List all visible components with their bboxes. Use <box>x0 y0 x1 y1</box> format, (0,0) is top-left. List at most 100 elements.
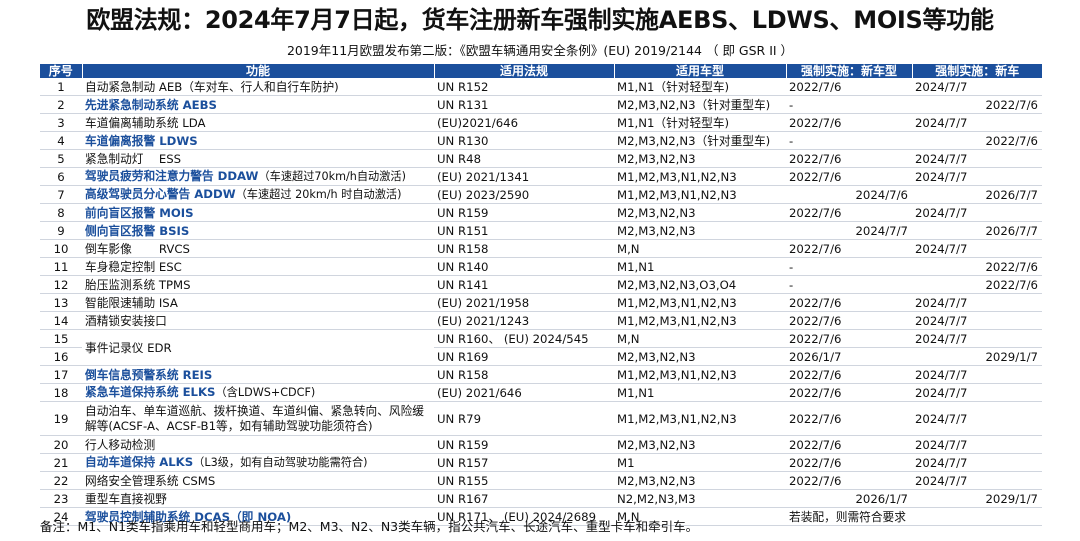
col-header-new-vehicle-date: 强制实施：新车 <box>911 64 1042 78</box>
row-function: 高级驾驶员分心警告 ADDW（车速超过 20km/h 时自动激活) <box>82 185 434 204</box>
row-number: 6 <box>40 167 82 186</box>
row-regulation: UN R159 <box>434 203 614 222</box>
table-row: 6 驾驶员疲劳和注意力警告 DDAW（车速超过70km/h自动激活) (EU) 20… <box>40 167 1042 186</box>
table-row: 3 车道偏离辅助系统 LDA (EU)2021/646 M1,N1（针对轻型车) 202… <box>40 113 1042 132</box>
col-header-new-type-date: 强制实施：新车型 <box>785 64 912 78</box>
row-function-name: 网络安全管理系统 CSMS <box>85 473 216 488</box>
row-function-name: 酒精锁安装接口 <box>85 313 167 328</box>
row-new-vehicle-date: 2024/7/7 <box>912 78 1042 96</box>
row-function: 倒车影像 RVCS <box>82 239 434 258</box>
row-regulation: (EU) 2021/1341 <box>434 167 614 186</box>
row-regulation: (EU) 2023/2590 <box>434 185 614 204</box>
table-row: 4 车道偏离报警 LDWS UN R130 M2,M3,N2,N3（针对重型车) -20… <box>40 131 1042 150</box>
row-new-type-date: 2022/7/6 <box>786 453 912 472</box>
row-new-type-date: 2022/7/6 <box>786 401 912 436</box>
row-vehicle-types: M2,M3,N2,N3,O3,O4 <box>614 275 786 294</box>
table-row: 15 事件记录仪 EDR UN R160、 (EU) 2024/545 M,N 2022… <box>40 329 1042 366</box>
row-vehicle-types: M1,M2,M3,N1,N2,N3 <box>614 311 786 330</box>
table-row: 21 自动车道保持 ALKS（L3级，如有自动驾驶功能需符合) UN R157 M1 2… <box>40 453 1042 472</box>
row-vehicle-types: M1,M2,M3,N1,N2,N3 <box>614 185 786 204</box>
row-function-name: 紧急制动灯 ESS <box>85 151 182 166</box>
row-function: 智能限速辅助 ISA <box>82 293 434 312</box>
row-new-vehicle-date: 2022/7/6 <box>912 257 1042 276</box>
row-new-type-date: - <box>786 95 912 114</box>
row-new-vehicle-date: 2024/7/7 <box>912 383 1042 402</box>
footnote: 备注：M1、N1类车指乘用车和轻型商用车；M2、M3、N2、N3类车辆，指公共汽… <box>40 519 699 534</box>
row-function: 倒车信息预警系统 REIS <box>82 365 434 384</box>
regulation-table: 序号 功能 适用法规 适用车型 强制实施：新车型 强制实施：新车 1 自动紧急制动… <box>40 64 1042 526</box>
row-function: 网络安全管理系统 CSMS <box>82 471 434 490</box>
row-function: 先进紧急制动系统 AEBS <box>82 95 434 114</box>
table-row: 18 紧急车道保持系统 ELKS（含LDWS+CDCF) (EU) 2021/646… <box>40 383 1042 402</box>
row-vehicle-types: M1,M2,M3,N1,N2,N3 <box>614 401 786 436</box>
row-new-vehicle-date: 2029/1/7 <box>912 347 1042 366</box>
row-function: 车道偏离报警 LDWS <box>82 131 434 150</box>
row-new-vehicle-date: 2024/7/7 <box>912 311 1042 330</box>
row-regulation: UN R48 <box>434 149 614 168</box>
row-function-name: 车身稳定控制 ESC <box>85 259 182 274</box>
row-function-name: 紧急车道保持系统 ELKS <box>85 385 216 399</box>
row-number: 18 <box>40 383 82 402</box>
row-number: 11 <box>40 257 82 276</box>
row-new-vehicle-date: 2024/7/7 <box>912 239 1042 258</box>
row-new-vehicle-date: 2024/7/7 <box>912 113 1042 132</box>
row-regulation: UN R158 <box>434 365 614 384</box>
table-row: 2 先进紧急制动系统 AEBS UN R131 M2,M3,N2,N3（针对重型车) -… <box>40 95 1042 114</box>
row-regulation: UN R155 <box>434 471 614 490</box>
row-new-vehicle-date: 2024/7/7 <box>912 401 1042 436</box>
row-vehicle-types: M1,M2,M3,N1,N2,N3 <box>614 365 786 384</box>
row-vehicle-types: M2,M3,N2,N3（针对重型车) <box>614 131 786 150</box>
row-new-type-date: 2022/7/6 <box>786 167 912 186</box>
row-vehicle-types: M1,N1 <box>614 257 786 276</box>
row-number: 8 <box>40 203 82 222</box>
row-regulation: UN R159 <box>434 435 614 454</box>
row-regulation: (EU)2021/646 <box>434 113 614 132</box>
table-row: 19 自动泊车、单车道巡航、拨杆换道、车道纠偏、紧急转向、风险缓解等(ACSF-A… <box>40 401 1042 436</box>
row-regulation: (EU) 2021/646 <box>434 383 614 402</box>
row-number: 10 <box>40 239 82 258</box>
row-new-type-date: 2022/7/6 <box>786 471 912 490</box>
row-new-vehicle-date: 2022/7/6 <box>912 95 1042 114</box>
row-new-type-date: 2022/7/6 <box>786 293 912 312</box>
table-row: 9 侧向盲区报警 BSIS UN R151 M2,M3,N2,N3 2024/7/7 20… <box>40 221 1042 240</box>
row-vehicle-types: M1 <box>614 453 786 472</box>
row-vehicle-types: M2,M3,N2,N3（针对重型车) <box>614 95 786 114</box>
table-row: 7 高级驾驶员分心警告 ADDW（车速超过 20km/h 时自动激活) (EU) 2… <box>40 185 1042 204</box>
page-title: 欧盟法规：2024年7月7日起，货车注册新车强制实施AEBS、LDWS、MOIS… <box>86 6 994 34</box>
row-number: 16 <box>40 347 82 366</box>
row-new-type-date: 2022/7/6 <box>786 149 912 168</box>
row-function-name: 自动车道保持 ALKS <box>85 455 194 469</box>
row-regulation: (EU) 2021/1243 <box>434 311 614 330</box>
row-vehicle-types: M1,N1 <box>614 383 786 402</box>
table-row: 23 重型车直接视野 UN R167 N2,M2,N3,M3 2026/1/7 2029/… <box>40 489 1042 508</box>
row-number: 15 <box>40 329 82 348</box>
row-regulation: UN R158 <box>434 239 614 258</box>
row-regulation: UN R151 <box>434 221 614 240</box>
row-regulation: UN R130 <box>434 131 614 150</box>
row-vehicle-types: M2,M3,N2,N3 <box>614 221 786 240</box>
row-function: 紧急制动灯 ESS <box>82 149 434 168</box>
row-vehicle-types: M2,M3,N2,N3 <box>614 203 786 222</box>
row-function-name: 侧向盲区报警 BSIS <box>85 223 190 238</box>
row-vehicle-types: M1,M2,M3,N1,N2,N3 <box>614 293 786 312</box>
row-function: 车身稳定控制 ESC <box>82 257 434 276</box>
row-function-name: 车道偏离报警 LDWS <box>85 133 198 148</box>
row-number: 13 <box>40 293 82 312</box>
row-function-name: 前向盲区报警 MOIS <box>85 205 194 220</box>
col-header-vehicle-types: 适用车型 <box>613 64 786 78</box>
row-function-note: （车速超过70km/h自动激活) <box>258 170 406 183</box>
row-vehicle-types: M1,N1（针对轻型车) <box>614 113 786 132</box>
row-number: 7 <box>40 185 82 204</box>
row-function-name: 智能限速辅助 ISA <box>85 295 178 310</box>
row-function-name: 自动紧急制动 AEB（车对车、行人和自行车防护) <box>85 79 339 94</box>
row-number: 23 <box>40 489 82 508</box>
row-function-note: （含LDWS+CDCF) <box>215 386 316 399</box>
row-new-vehicle-date: 2024/7/7 <box>912 453 1042 472</box>
row-new-type-date: 2022/7/6 <box>786 113 912 132</box>
row-function-name: 倒车信息预警系统 REIS <box>85 367 213 382</box>
row-vehicle-types: M1,N1（针对轻型车) <box>614 78 786 96</box>
row-function-name: 行人移动检测 <box>85 437 156 452</box>
row-new-type-date: 2022/7/6 <box>786 203 912 222</box>
row-new-vehicle-date: 2026/7/7 <box>912 221 1042 240</box>
row-function-name: 自动泊车、单车道巡航、拨杆换道、车道纠偏、紧急转向、风险缓解等(ACSF-A、A… <box>85 403 424 433</box>
